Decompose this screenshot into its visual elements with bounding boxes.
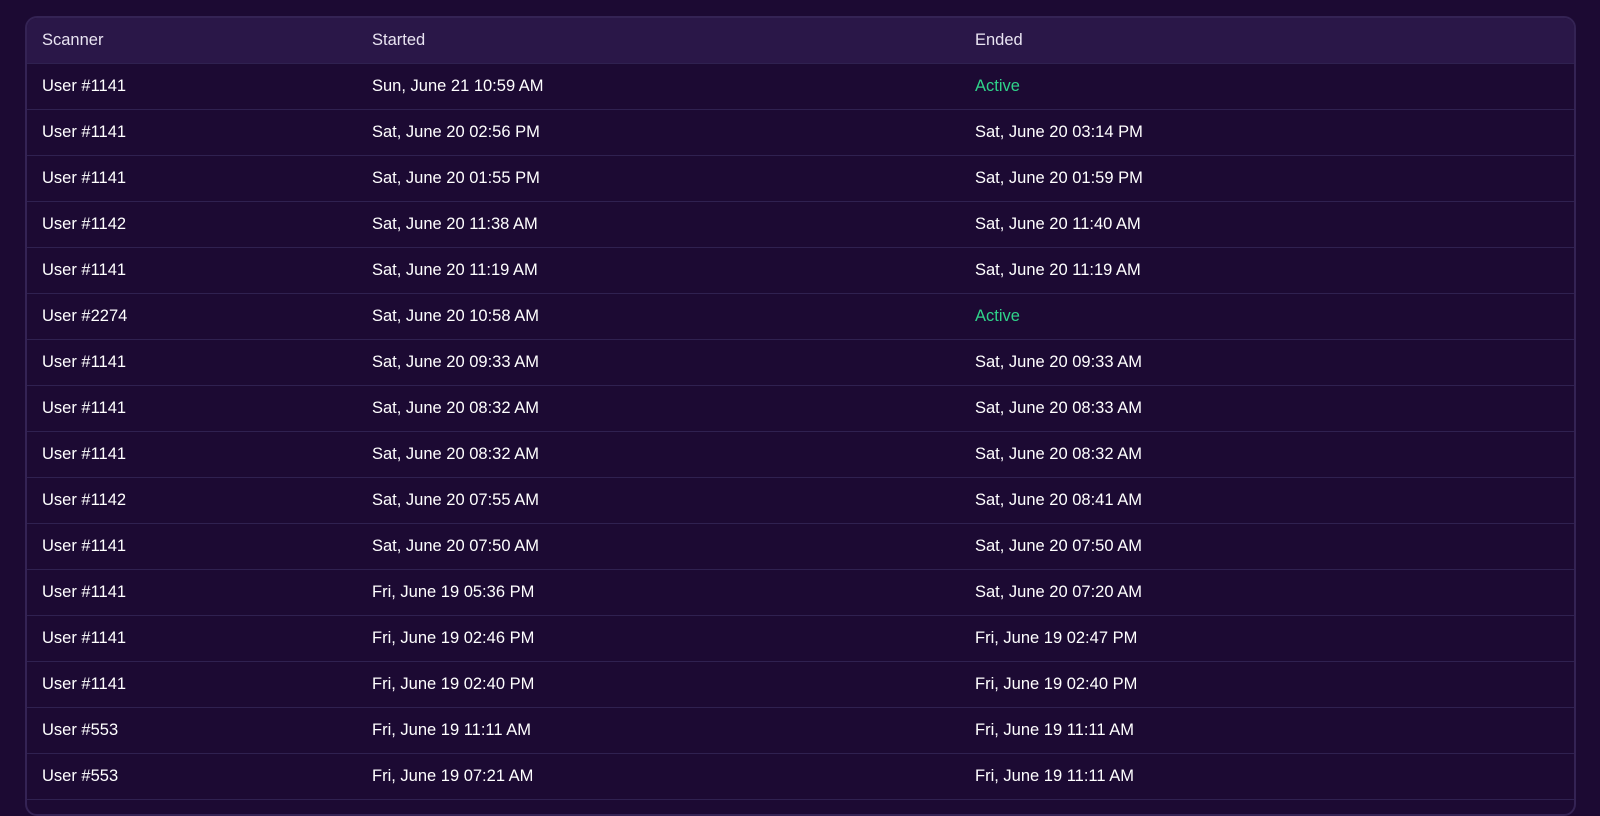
table-header: Scanner Started Ended	[27, 18, 1574, 64]
ended-cell: Sat, June 20 07:50 AM	[975, 537, 1142, 555]
table-row[interactable]: User #553 Fri, June 19 11:11 AM Fri, June …	[27, 708, 1574, 754]
started-cell: Sat, June 20 09:33 AM	[372, 353, 539, 371]
table-row[interactable]: User #1141 Sat, June 20 01:55 PM Sat, June…	[27, 156, 1574, 202]
table-row[interactable]: User #1142 Sat, June 20 07:55 AM Sat, June…	[27, 478, 1574, 524]
ended-cell: Sat, June 20 03:14 PM	[975, 123, 1143, 141]
started-cell: Fri, June 19 05:36 PM	[372, 583, 535, 601]
table-row[interactable]: User #1141 Fri, June 19 02:46 PM Fri, June…	[27, 616, 1574, 662]
ended-cell: Sat, June 20 09:33 AM	[975, 353, 1142, 371]
ended-cell-active-status: Active	[975, 307, 1020, 325]
table-row[interactable]: User #1141 Sat, June 20 07:50 AM Sat, June…	[27, 524, 1574, 570]
ended-cell: Fri, June 19 11:11 AM	[975, 721, 1134, 739]
table-row[interactable]: User #1141 Sat, June 20 08:32 AM Sat, June…	[27, 432, 1574, 478]
scanner-cell: User #1141	[42, 629, 127, 647]
column-header-ended[interactable]: Ended	[975, 31, 1574, 50]
table-row[interactable]: User #1142 Sat, June 20 11:38 AM Sat, June…	[27, 202, 1574, 248]
ended-cell: Sat, June 20 08:33 AM	[975, 399, 1142, 417]
started-cell: Sun, June 21 10:59 AM	[372, 77, 544, 95]
started-cell: Sat, June 20 08:32 AM	[372, 445, 539, 463]
table-row[interactable]: User #2274 Sat, June 20 10:58 AM Active	[27, 294, 1574, 340]
scanner-cell: User #1141	[42, 399, 127, 417]
ended-cell: Sat, June 20 07:20 AM	[975, 583, 1142, 601]
scanner-cell: User #1141	[42, 353, 127, 371]
ended-cell: Sat, June 20 08:41 AM	[975, 491, 1142, 509]
table-row[interactable]: User #1141 Fri, June 19 05:36 PM Sat, June…	[27, 570, 1574, 616]
ended-cell: Sat, June 20 08:32 AM	[975, 445, 1142, 463]
started-cell: Fri, June 19 02:40 PM	[372, 675, 535, 693]
ended-cell: Sat, June 20 01:59 PM	[975, 169, 1143, 187]
started-cell: Sat, June 20 07:55 AM	[372, 491, 539, 509]
ended-cell: Fri, June 19 02:47 PM	[975, 629, 1138, 647]
scanner-cell: User #1141	[42, 537, 127, 555]
table-row[interactable]: User #1141 Sun, June 21 10:59 AM Active	[27, 64, 1574, 110]
started-cell: Sat, June 20 07:50 AM	[372, 537, 539, 555]
column-header-scanner[interactable]: Scanner	[27, 31, 372, 50]
table-row[interactable]: User #1141 Fri, June 19 02:40 PM Fri, June…	[27, 662, 1574, 708]
table-row[interactable]: User #1141 Sat, June 20 11:19 AM Sat, June…	[27, 248, 1574, 294]
scanner-cell: User #1141	[42, 445, 127, 463]
started-cell: Sat, June 20 10:58 AM	[372, 307, 539, 325]
started-cell: Fri, June 19 11:11 AM	[372, 721, 531, 739]
started-cell: Fri, June 19 07:21 AM	[372, 767, 534, 785]
scanner-cell: User #553	[42, 767, 119, 785]
table-body: User #1141 Sun, June 21 10:59 AM Active Use…	[27, 64, 1574, 800]
scanner-cell: User #2274	[42, 307, 128, 325]
scanner-cell: User #1142	[42, 491, 127, 509]
ended-cell: Sat, June 20 11:19 AM	[975, 261, 1141, 279]
table-row[interactable]: User #1141 Sat, June 20 08:32 AM Sat, June…	[27, 386, 1574, 432]
started-cell: Sat, June 20 02:56 PM	[372, 123, 540, 141]
scanner-cell: User #1141	[42, 261, 127, 279]
started-cell: Sat, June 20 08:32 AM	[372, 399, 539, 417]
scanner-cell: User #1141	[42, 123, 127, 141]
started-cell: Sat, June 20 01:55 PM	[372, 169, 540, 187]
scanner-cell: User #1141	[42, 583, 127, 601]
started-cell: Sat, June 20 11:38 AM	[372, 215, 538, 233]
ended-cell: Sat, June 20 11:40 AM	[975, 215, 1141, 233]
table-row[interactable]: User #553 Fri, June 19 07:21 AM Fri, June …	[27, 754, 1574, 800]
scanner-cell: User #553	[42, 721, 119, 739]
scanner-cell: User #1142	[42, 215, 127, 233]
column-header-started[interactable]: Started	[372, 31, 975, 50]
started-cell: Fri, June 19 02:46 PM	[372, 629, 535, 647]
scanner-cell: User #1141	[42, 675, 127, 693]
table-row[interactable]: User #1141 Sat, June 20 09:33 AM Sat, June…	[27, 340, 1574, 386]
ended-cell: Fri, June 19 02:40 PM	[975, 675, 1138, 693]
ended-cell-active-status: Active	[975, 77, 1020, 95]
scanner-cell: User #1141	[42, 169, 127, 187]
scanner-cell: User #1141	[42, 77, 127, 95]
ended-cell: Fri, June 19 11:11 AM	[975, 767, 1134, 785]
started-cell: Sat, June 20 11:19 AM	[372, 261, 538, 279]
scan-sessions-table: Scanner Started Ended User #1141 Sun, Jun…	[25, 16, 1576, 816]
table-row[interactable]: User #1141 Sat, June 20 02:56 PM Sat, June…	[27, 110, 1574, 156]
